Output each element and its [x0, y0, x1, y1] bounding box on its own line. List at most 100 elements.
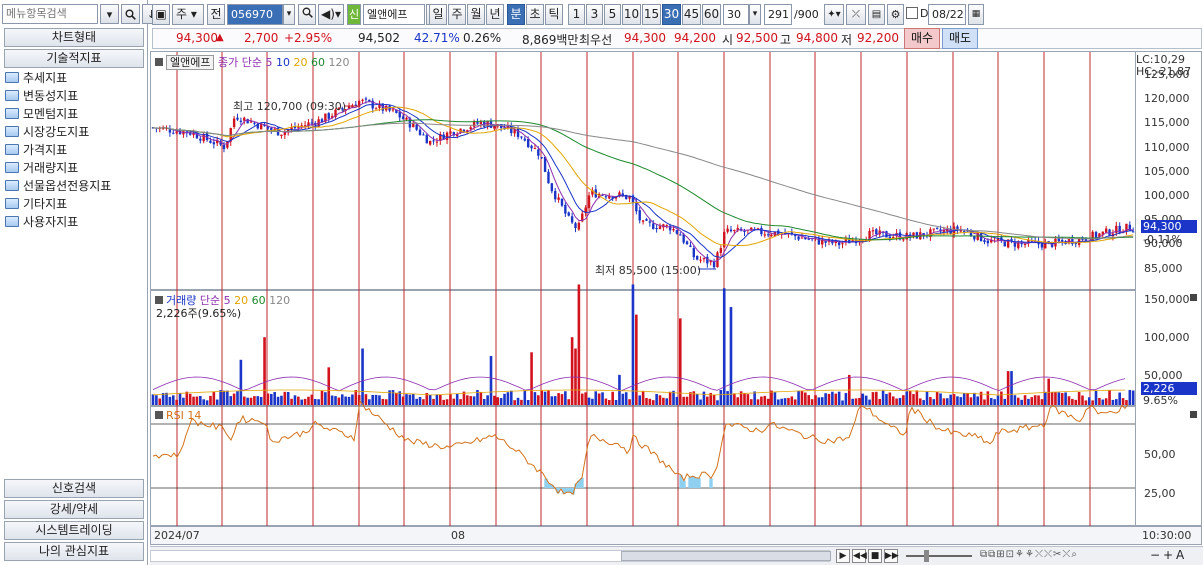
year-button[interactable]: 년: [486, 4, 504, 25]
candle-body: [979, 233, 983, 242]
interval-5-button[interactable]: 5: [604, 4, 621, 25]
candle-body: [560, 198, 564, 206]
zoom-slider[interactable]: [906, 550, 972, 562]
tree-item[interactable]: 사용자지표: [5, 212, 143, 230]
volume-panel-handle-icon[interactable]: [155, 296, 163, 304]
stock-name-field[interactable]: 엘앤에프: [363, 4, 425, 25]
signal-search-header[interactable]: 신호검색: [4, 479, 144, 498]
zoom-slider-thumb[interactable]: [924, 550, 929, 562]
code-search-icon[interactable]: [298, 4, 316, 25]
interval-10-button[interactable]: 10: [622, 4, 641, 25]
search-icon[interactable]: [121, 4, 140, 24]
play-icon[interactable]: ▶: [836, 549, 850, 563]
date-input[interactable]: 08/22: [928, 4, 966, 25]
tick-button[interactable]: 틱: [545, 4, 563, 25]
interval-60-button[interactable]: 60: [702, 4, 721, 25]
candle-toggle-icon[interactable]: ✦▾: [824, 4, 844, 25]
code-dropdown-icon[interactable]: ▾: [283, 4, 295, 25]
tech-indicator-header[interactable]: 기술적지표: [4, 49, 144, 68]
calendar-icon[interactable]: ▦: [968, 4, 984, 25]
rewind-icon[interactable]: ◀◀: [852, 549, 867, 563]
candle-body: [587, 195, 591, 209]
tree-item[interactable]: 거래량지표: [5, 158, 143, 176]
interval-dropdown-icon[interactable]: ▾: [749, 4, 761, 25]
tree-item[interactable]: 선물옵션전용지표: [5, 176, 143, 194]
volume-bar: [1108, 390, 1111, 405]
volume-bar: [496, 397, 500, 405]
volume-bar: [212, 391, 216, 405]
volume-bar: [614, 400, 618, 405]
interval-3-button[interactable]: 3: [586, 4, 603, 25]
y-tick-label: 100,000: [1144, 331, 1190, 344]
volume-bar: [655, 394, 658, 405]
scroll-thumb[interactable]: [621, 551, 831, 561]
chart-canvas[interactable]: [150, 51, 1203, 546]
legend-ma10: 10: [275, 56, 290, 69]
interval-30-button[interactable]: 30: [662, 4, 681, 25]
minute-button[interactable]: 분: [507, 4, 525, 25]
buy-button[interactable]: 매수: [904, 28, 940, 49]
volume-bar: [763, 395, 767, 405]
stop-icon[interactable]: ■: [868, 549, 882, 563]
folder-icon: [5, 107, 19, 119]
month-button[interactable]: 월: [467, 4, 485, 25]
dropdown-arrow-icon[interactable]: ▾: [100, 4, 119, 24]
tree-item[interactable]: 가격지표: [5, 140, 143, 158]
volume-bar: [439, 394, 442, 405]
font-size-icon[interactable]: A: [1176, 548, 1184, 562]
interval-select[interactable]: 30: [723, 4, 749, 25]
tree-item[interactable]: 추세지표: [5, 68, 143, 86]
count-input[interactable]: 291: [764, 4, 792, 25]
draw-tool-icon[interactable]: ⤫: [846, 4, 866, 25]
tree-item[interactable]: 기타지표: [5, 194, 143, 212]
chart-layout-icon[interactable]: ▣: [152, 4, 170, 25]
panel-handle-icon[interactable]: [155, 58, 163, 66]
volume-legend-ma60: 60: [251, 294, 266, 307]
legend-ma60: 60: [310, 56, 325, 69]
my-indicator-header[interactable]: 나의 관심지표: [4, 542, 144, 561]
candle-body: [516, 128, 520, 137]
fast-forward-icon[interactable]: ▶▶: [884, 549, 899, 563]
period-select[interactable]: 주 ▾: [172, 4, 204, 25]
tree-item[interactable]: 변동성지표: [5, 86, 143, 104]
tree-item[interactable]: 모멘텀지표: [5, 104, 143, 122]
candle-body: [658, 226, 662, 229]
folder-icon: [5, 125, 19, 137]
volume-bar: [459, 399, 462, 405]
candle-body: [570, 216, 574, 223]
zoom-in-icon[interactable]: +: [1163, 548, 1173, 562]
sound-icon[interactable]: ◀)▾: [318, 4, 344, 25]
volume-bar: [1104, 398, 1108, 405]
rsi-panel-handle-icon[interactable]: [155, 411, 163, 419]
system-trading-header[interactable]: 시스템트레이딩: [4, 521, 144, 540]
interval-45-button[interactable]: 45: [682, 4, 701, 25]
day-button[interactable]: 일: [429, 4, 447, 25]
candle-body: [172, 132, 175, 134]
scroll-track[interactable]: [150, 550, 831, 562]
gear-icon[interactable]: ⚙: [887, 4, 904, 25]
save-icon[interactable]: ▤: [868, 4, 885, 25]
prev-button[interactable]: 전: [207, 4, 225, 25]
interval-1-button[interactable]: 1: [568, 4, 585, 25]
stock-code-input[interactable]: 056970: [227, 4, 283, 25]
zoom-out-icon[interactable]: −: [1150, 548, 1160, 562]
volume-bar: [864, 395, 868, 405]
candle-body: [530, 145, 533, 149]
menu-search-input[interactable]: [2, 4, 98, 24]
chart-area[interactable]: 엘앤에프 종가 단순 5 10 20 60 120 LC:10,29 HC:-2…: [150, 51, 1203, 546]
candle-body: [232, 118, 236, 127]
sell-button[interactable]: 매도: [942, 28, 978, 49]
open-label: 시: [722, 33, 734, 47]
interval-15-button[interactable]: 15: [642, 4, 661, 25]
chart-type-header[interactable]: 차트형태: [4, 28, 144, 47]
candle-body: [547, 171, 550, 184]
chart-tools-icon[interactable]: ⧉⧉⊞⊡⚘⚘⤬⤬✂⤬⌕: [980, 549, 1078, 560]
week-button[interactable]: 주: [448, 4, 466, 25]
strength-weakness-header[interactable]: 강세/약세: [4, 500, 144, 519]
legend-stock-name[interactable]: 엘앤에프: [166, 55, 215, 70]
second-button[interactable]: 초: [526, 4, 544, 25]
date-checkbox[interactable]: [906, 7, 918, 19]
trade-amount: 8,869백만: [522, 33, 579, 47]
volume-bar: [1128, 389, 1132, 405]
tree-item[interactable]: 시장강도지표: [5, 122, 143, 140]
